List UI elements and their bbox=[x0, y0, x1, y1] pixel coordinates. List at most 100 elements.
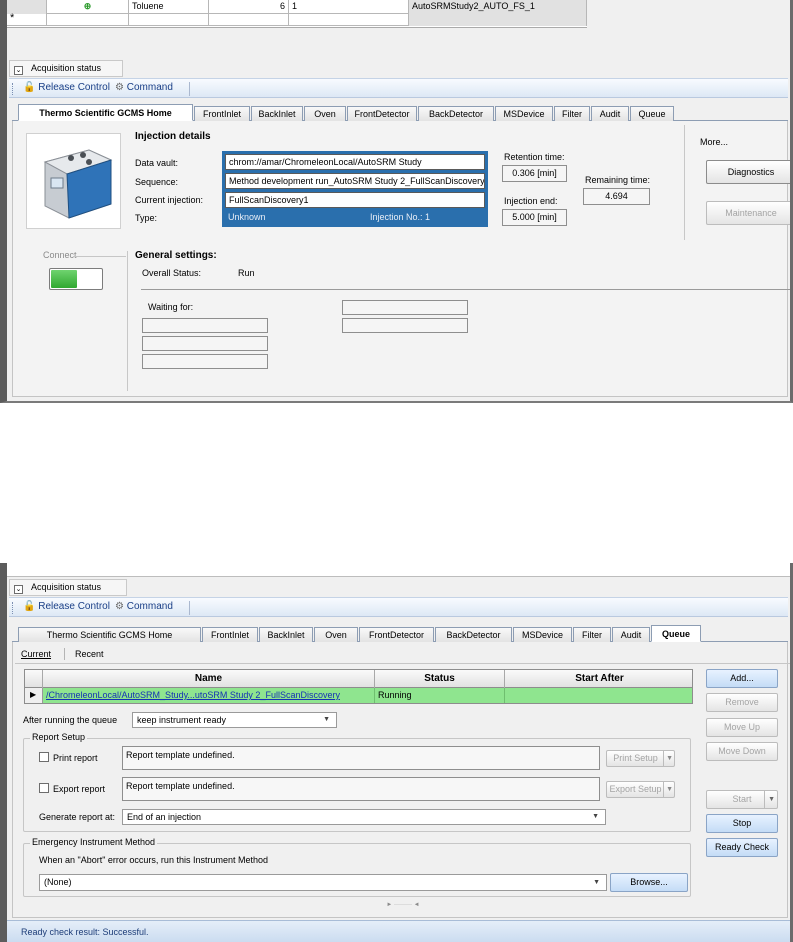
general-settings-heading: General settings: bbox=[135, 250, 217, 261]
print-report-checkbox[interactable]: Print report bbox=[39, 752, 98, 763]
overall-status-value: Run bbox=[238, 268, 255, 278]
dropdown-arrow-icon[interactable]: ▼ bbox=[663, 782, 673, 797]
tab-audit[interactable]: Audit bbox=[612, 627, 650, 642]
export-setup-button[interactable]: Export Setup ▼ bbox=[606, 781, 675, 798]
tab-oven[interactable]: Oven bbox=[304, 106, 346, 121]
diagnostics-button[interactable]: Diagnostics bbox=[706, 160, 790, 184]
collapse-icon[interactable]: ⌄ bbox=[14, 66, 23, 75]
toolbar-grip-icon[interactable] bbox=[12, 602, 15, 614]
injection-info-block: chrom://amar/ChromeleonLocal/AutoSRM Stu… bbox=[222, 151, 488, 227]
instrument-image bbox=[26, 133, 121, 229]
generate-report-select[interactable]: End of an injection ▼ bbox=[122, 809, 606, 825]
toggle-on-indicator bbox=[51, 270, 77, 288]
browse-button[interactable]: Browse... bbox=[610, 873, 688, 892]
tab-audit[interactable]: Audit bbox=[591, 106, 629, 121]
tab-back-inlet[interactable]: BackInlet bbox=[259, 627, 313, 642]
emergency-method-desc: When an "Abort" error occurs, run this I… bbox=[39, 855, 268, 865]
tab-home[interactable]: Thermo Scientific GCMS Home bbox=[18, 104, 193, 121]
tab-front-inlet[interactable]: FrontInlet bbox=[194, 106, 250, 121]
move-down-button[interactable]: Move Down bbox=[706, 742, 778, 761]
print-setup-button[interactable]: Print Setup ▼ bbox=[606, 750, 675, 767]
collapse-icon[interactable]: ⌄ bbox=[14, 585, 23, 594]
type-value: Unknown bbox=[228, 212, 266, 222]
connect-label: Connect bbox=[43, 250, 77, 260]
toolbar-grip-icon[interactable] bbox=[12, 83, 15, 95]
connect-toggle[interactable] bbox=[49, 268, 103, 290]
data-vault-value: chrom://amar/ChromeleonLocal/AutoSRM Stu… bbox=[225, 154, 485, 170]
injection-end-value: 5.000 [min] bbox=[502, 209, 567, 226]
add-button[interactable]: Add... bbox=[706, 669, 778, 688]
status-text: Ready check result: Successful. bbox=[21, 927, 149, 937]
checkbox-icon[interactable] bbox=[39, 752, 49, 762]
stop-button[interactable]: Stop bbox=[706, 814, 778, 833]
status-bar: Ready check result: Successful. bbox=[7, 920, 790, 942]
release-control-button[interactable]: 🔓 Release Control bbox=[23, 79, 110, 97]
acquisition-status-header[interactable]: ⌄ Acquisition status bbox=[9, 579, 127, 596]
injection-number: Injection No.: 1 bbox=[370, 212, 431, 222]
ready-check-button[interactable]: Ready Check bbox=[706, 838, 778, 857]
dropdown-arrow-icon[interactable]: ▼ bbox=[764, 791, 775, 808]
splitter-handle-icon[interactable]: ► ········· ◄ bbox=[368, 901, 438, 909]
command-button[interactable]: ⚙ Command bbox=[115, 79, 173, 97]
overall-status-label: Overall Status: bbox=[142, 268, 202, 278]
after-running-select[interactable]: keep instrument ready ▼ bbox=[132, 712, 337, 728]
chevron-down-icon: ▼ bbox=[323, 716, 330, 723]
tab-front-detector[interactable]: FrontDetector bbox=[347, 106, 417, 121]
maintenance-button[interactable]: Maintenance bbox=[706, 201, 790, 225]
retention-time-label: Retention time: bbox=[504, 152, 565, 162]
dropdown-arrow-icon[interactable]: ▼ bbox=[663, 751, 673, 766]
column-start-after[interactable]: Start After bbox=[505, 670, 694, 688]
acquisition-status-header[interactable]: ⌄ Acquisition status bbox=[9, 60, 123, 77]
current-injection-label: Current injection: bbox=[135, 195, 204, 205]
move-up-button[interactable]: Move Up bbox=[706, 718, 778, 737]
injection-end-label: Injection end: bbox=[504, 196, 558, 206]
column-status[interactable]: Status bbox=[375, 670, 505, 688]
tab-oven[interactable]: Oven bbox=[314, 627, 358, 642]
instrument-panel-queue: ⌄ Acquisition status 🔓 Release Control ⚙ … bbox=[0, 563, 793, 942]
current-injection-value: FullScanDiscovery1 bbox=[225, 192, 485, 208]
tab-home[interactable]: Thermo Scientific GCMS Home bbox=[18, 627, 201, 642]
instrument-tabs: Thermo Scientific GCMS Home FrontInlet B… bbox=[12, 104, 788, 121]
injection-status-icon: ⊕ bbox=[83, 1, 92, 11]
tab-back-inlet[interactable]: BackInlet bbox=[251, 106, 303, 121]
column-name[interactable]: Name bbox=[43, 670, 375, 688]
tab-filter[interactable]: Filter bbox=[554, 106, 590, 121]
generate-report-label: Generate report at: bbox=[39, 812, 116, 822]
new-row-marker: * bbox=[7, 12, 47, 26]
export-report-template: Report template undefined. bbox=[122, 777, 600, 801]
export-report-checkbox[interactable]: Export report bbox=[39, 783, 105, 794]
table-row-new[interactable]: * bbox=[7, 12, 587, 26]
table-row[interactable]: ▶ /ChromeleonLocal/AutoSRM_Study...utoSR… bbox=[25, 688, 692, 703]
release-control-button[interactable]: 🔓 Release Control bbox=[23, 598, 110, 616]
start-button[interactable]: Start ▼ bbox=[706, 790, 778, 809]
tab-filter[interactable]: Filter bbox=[573, 627, 611, 642]
after-running-label: After running the queue bbox=[23, 715, 118, 725]
tab-queue[interactable]: Queue bbox=[651, 625, 701, 642]
chevron-down-icon: ▼ bbox=[593, 879, 600, 886]
waiting-slot-2 bbox=[142, 336, 268, 351]
remove-button[interactable]: Remove bbox=[706, 693, 778, 712]
command-button[interactable]: ⚙ Command bbox=[115, 598, 173, 616]
home-content: Injection details Data vault: Sequence: … bbox=[12, 121, 790, 397]
checkbox-icon[interactable] bbox=[39, 783, 49, 793]
gear-icon: ⚙ bbox=[115, 601, 124, 612]
queue-item-name[interactable]: /ChromeleonLocal/AutoSRM_Study...utoSRM … bbox=[43, 688, 375, 703]
tab-back-detector[interactable]: BackDetector bbox=[435, 627, 512, 642]
tab-queue[interactable]: Queue bbox=[630, 106, 674, 121]
subtab-recent[interactable]: Recent bbox=[75, 649, 104, 659]
queue-table: Name Status Start After ▶ /ChromeleonLoc… bbox=[24, 669, 693, 704]
subtab-current[interactable]: Current bbox=[21, 649, 51, 659]
tab-back-detector[interactable]: BackDetector bbox=[418, 106, 494, 121]
tab-front-inlet[interactable]: FrontInlet bbox=[202, 627, 258, 642]
tab-ms-device[interactable]: MSDevice bbox=[495, 106, 553, 121]
emergency-method-select[interactable]: (None) ▼ bbox=[39, 874, 607, 891]
tab-ms-device[interactable]: MSDevice bbox=[513, 627, 572, 642]
instrument-panel-home: ⊕ Toluene 6 1 AutoSRMStudy2_AUTO_FS_1 * … bbox=[0, 0, 793, 403]
report-setup-title: Report Setup bbox=[30, 732, 88, 742]
waiting-slot-4 bbox=[342, 300, 468, 315]
row-selector-icon[interactable]: ▶ bbox=[25, 688, 43, 703]
queue-item-start-after[interactable] bbox=[505, 688, 694, 703]
tab-front-detector[interactable]: FrontDetector bbox=[359, 627, 434, 642]
retention-time-value: 0.306 [min] bbox=[502, 165, 567, 182]
more-label: More... bbox=[700, 137, 729, 147]
